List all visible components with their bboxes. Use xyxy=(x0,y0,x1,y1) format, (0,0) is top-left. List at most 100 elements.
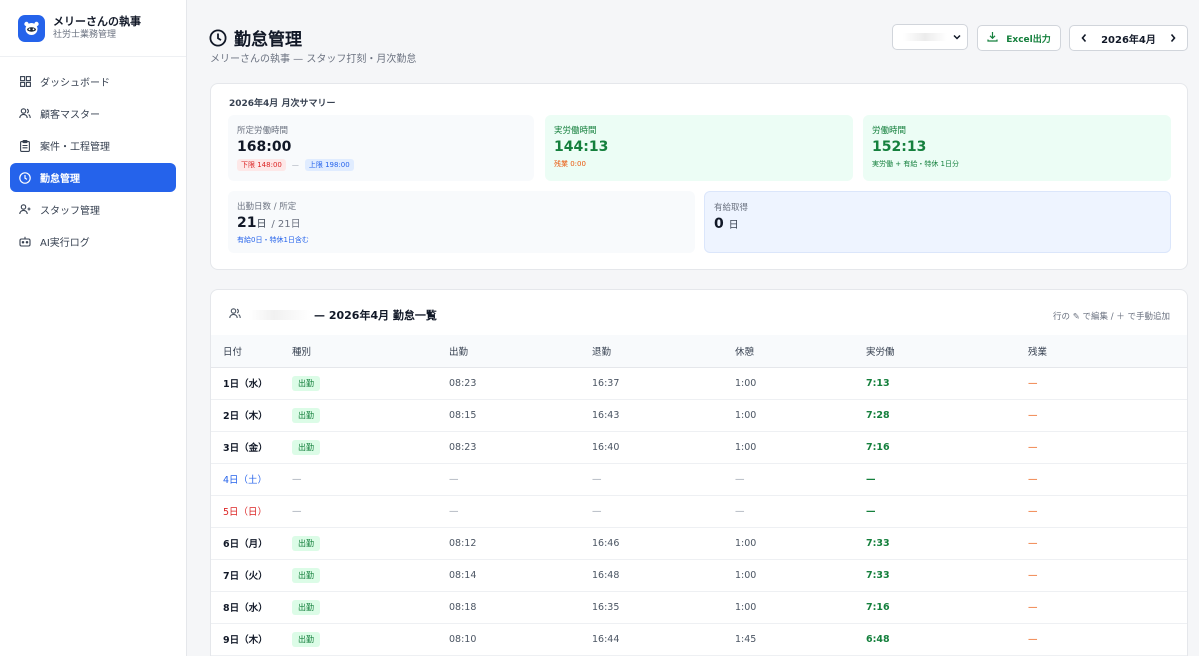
excel-export-button[interactable]: Excel出力 xyxy=(977,25,1061,51)
work-days-value: 21 xyxy=(237,215,257,231)
overtime-cell: — xyxy=(1028,591,1187,624)
break-cell: 1:00 xyxy=(735,559,866,592)
table-row[interactable]: 8日（水） 出勤 08:18 16:35 1:00 7:16— xyxy=(211,591,1187,624)
sidebar-item-staff[interactable]: スタッフ管理 xyxy=(10,195,176,224)
break-cell: — xyxy=(735,495,866,528)
page-title: 勤怠管理 xyxy=(209,25,302,50)
table-row[interactable]: 6日（月） 出勤 08:12 16:46 1:00 7:33— xyxy=(211,527,1187,560)
summary-title: 2026年4月 月次サマリー xyxy=(229,99,336,109)
clock-in-cell: — xyxy=(449,495,592,528)
sidebar-item-ai-log[interactable]: AI実行ログ xyxy=(10,227,176,256)
work-days-label: 出勤日数 / 所定 xyxy=(237,202,297,212)
scheduled-hours-tile: 所定労働時間 168:00 下限 148:00 — 上限 198:00 xyxy=(228,115,534,181)
sidebar-item-customers[interactable]: 顧客マスター xyxy=(10,99,176,128)
app-subtitle: 社労士業務管理 xyxy=(53,30,117,40)
list-title: — 2026年4月 勤怠一覧 xyxy=(229,307,437,323)
column-header: 退勤 xyxy=(592,335,735,368)
sidebar-item-label: ダッシュボード xyxy=(40,78,110,89)
clock-out-cell: 16:46 xyxy=(592,527,735,560)
table-header-row: 日付 種別 出勤 退勤 休憩 実労働 残業 xyxy=(211,335,1187,368)
sidebar-item-projects[interactable]: 案件・工程管理 xyxy=(10,131,176,160)
redacted-staff-name xyxy=(249,310,311,320)
clock-in-cell: 08:23 xyxy=(449,431,592,464)
lower-limit-badge: 下限 148:00 xyxy=(237,159,286,171)
sidebar-item-attendance[interactable]: 勤怠管理 xyxy=(10,163,176,192)
sidebar: メリーさんの執事 社労士業務管理 ダッシュボード 顧客マスター 案件・工程管理 … xyxy=(0,0,187,656)
work-days-scheduled: / 21日 xyxy=(271,219,301,230)
break-cell: 1:45 xyxy=(735,623,866,656)
type-cell: — xyxy=(292,463,449,496)
column-header: 休憩 xyxy=(735,335,866,368)
type-cell: 出勤 xyxy=(292,367,449,400)
work-hours-cell: 7:16 xyxy=(866,591,1028,624)
date-cell: 8日（水） xyxy=(211,591,292,624)
type-badge: 出勤 xyxy=(292,567,320,583)
clock-icon xyxy=(209,29,227,47)
date-cell: 6日（月） xyxy=(211,527,292,560)
table-row[interactable]: 7日（火） 出勤 08:14 16:48 1:00 7:33— xyxy=(211,559,1187,592)
overtime-cell: — xyxy=(1028,623,1187,656)
type-cell: 出勤 xyxy=(292,527,449,560)
clock-icon xyxy=(18,171,32,185)
clock-out-cell: — xyxy=(592,495,735,528)
type-badge: 出勤 xyxy=(292,407,320,423)
chevron-down-icon xyxy=(952,32,962,45)
work-hours-cell: 7:33 xyxy=(866,559,1028,592)
clock-out-cell: 16:35 xyxy=(592,591,735,624)
actual-hours-label: 実労働時間 xyxy=(554,126,597,136)
download-icon xyxy=(987,31,998,45)
column-header: 種別 xyxy=(292,335,449,368)
column-header: 実労働 xyxy=(866,335,1028,368)
type-cell: 出勤 xyxy=(292,559,449,592)
type-badge: 出勤 xyxy=(292,439,320,455)
type-badge: 出勤 xyxy=(292,535,320,551)
overtime-note: 残業 0:00 xyxy=(554,160,586,168)
clock-in-cell: 08:23 xyxy=(449,367,592,400)
sidebar-item-dashboard[interactable]: ダッシュボード xyxy=(10,67,176,96)
type-cell: 出勤 xyxy=(292,591,449,624)
break-cell: 1:00 xyxy=(735,591,866,624)
work-hours-cell: — xyxy=(866,463,1028,496)
table-row[interactable]: 9日（木） 出勤 08:10 16:44 1:45 6:48— xyxy=(211,623,1187,656)
brand[interactable]: メリーさんの執事 社労士業務管理 xyxy=(0,0,186,57)
table-row[interactable]: 2日（木） 出勤 08:15 16:43 1:00 7:28— xyxy=(211,399,1187,432)
date-cell: 2日（木） xyxy=(211,399,292,432)
type-cell: 出勤 xyxy=(292,399,449,432)
next-month-button[interactable] xyxy=(1167,32,1179,44)
clock-in-cell: 08:18 xyxy=(449,591,592,624)
users-icon xyxy=(229,308,241,322)
prev-month-button[interactable] xyxy=(1078,32,1090,44)
list-hint: 行の ✎ で編集 / ＋ で手動追加 xyxy=(1053,312,1170,322)
work-days-note: 有給0日・特休1日含む xyxy=(237,236,309,244)
list-title-text: — 2026年4月 勤怠一覧 xyxy=(314,309,437,322)
labor-hours-value: 152:13 xyxy=(872,139,927,155)
table-row[interactable]: 1日（水） 出勤 08:23 16:37 1:00 7:13— xyxy=(211,367,1187,400)
limit-separator: — xyxy=(291,161,299,169)
labor-hours-tile: 労働時間 152:13 実労働 + 有給・特休 1日分 xyxy=(863,115,1171,181)
date-cell: 5日（日） xyxy=(211,495,292,528)
clock-out-cell: 16:37 xyxy=(592,367,735,400)
work-hours-cell: 7:16 xyxy=(866,431,1028,464)
clock-out-cell: 16:44 xyxy=(592,623,735,656)
clipboard-icon xyxy=(18,139,32,153)
paid-leave-value: 0 xyxy=(714,216,724,232)
app-name: メリーさんの執事 xyxy=(53,15,141,28)
type-badge: 出勤 xyxy=(292,599,320,615)
table-row[interactable]: 4日（土） — — — — — — xyxy=(211,463,1187,496)
break-cell: — xyxy=(735,463,866,496)
table-row[interactable]: 5日（日） — — — — — — xyxy=(211,495,1187,528)
work-hours-cell: 6:48 xyxy=(866,623,1028,656)
excel-export-label: Excel出力 xyxy=(1006,34,1051,45)
clock-out-cell: — xyxy=(592,463,735,496)
labor-hours-label: 労働時間 xyxy=(872,126,907,136)
work-hours-cell: 7:13 xyxy=(866,367,1028,400)
staff-select[interactable] xyxy=(892,24,968,50)
work-days-unit: 日 xyxy=(256,219,267,230)
paid-leave-label: 有給取得 xyxy=(714,203,749,213)
type-cell: 出勤 xyxy=(292,431,449,464)
table-row[interactable]: 3日（金） 出勤 08:23 16:40 1:00 7:16— xyxy=(211,431,1187,464)
break-cell: 1:00 xyxy=(735,431,866,464)
type-badge: 出勤 xyxy=(292,631,320,647)
month-navigator: 2026年4月 xyxy=(1069,25,1188,51)
sidebar-item-label: 案件・工程管理 xyxy=(40,142,110,153)
